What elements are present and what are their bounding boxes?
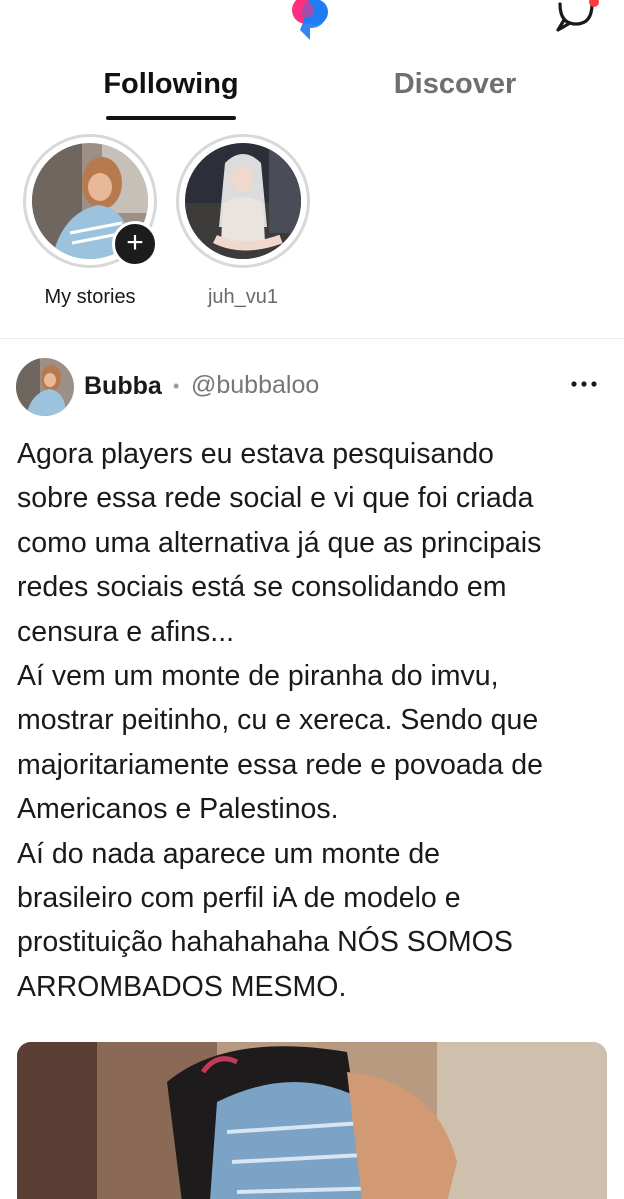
feed-tabs: Following Discover — [0, 62, 624, 122]
post-header: Bubba • @bubbaloo — [16, 358, 608, 418]
post-text: Agora players eu estava pesquisando sobr… — [17, 438, 543, 1003]
story-ring — [176, 134, 310, 268]
story-label: My stories — [44, 286, 136, 308]
story-juh-vu1[interactable]: juh_vu1 — [158, 134, 328, 309]
stories-row: + My stories juh_vu1 — [0, 134, 624, 324]
story-label: juh_vu1 — [207, 286, 279, 308]
chat-bubble-icon[interactable] — [552, 0, 602, 34]
section-divider — [0, 338, 624, 339]
post-author-avatar[interactable] — [16, 358, 74, 416]
post-separator: • — [173, 376, 180, 396]
tab-following[interactable]: Following — [100, 62, 242, 118]
tab-discover[interactable]: Discover — [380, 62, 530, 118]
post-author-handle[interactable]: @bubbaloo — [191, 371, 319, 400]
app-logo-icon[interactable] — [288, 0, 336, 40]
tab-active-indicator — [106, 116, 236, 120]
story-ring: + — [23, 134, 158, 268]
post-image[interactable] — [17, 1042, 607, 1199]
add-story-button[interactable]: + — [112, 221, 158, 267]
post-author-name[interactable]: Bubba — [84, 372, 162, 401]
more-horizontal-icon[interactable] — [566, 368, 602, 398]
app-screen: Following Discover + My stories juh_vu1 … — [0, 0, 624, 1199]
story-avatar-juh-vu1 — [185, 143, 301, 259]
story-my-stories[interactable]: + My stories — [5, 134, 175, 309]
